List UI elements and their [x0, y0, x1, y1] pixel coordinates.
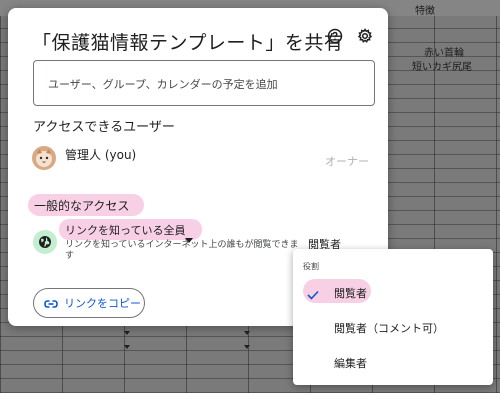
- sheet-dropdown-arrow[interactable]: [124, 331, 130, 335]
- general-access-heading: 一般的なアクセス: [34, 199, 130, 213]
- link-scope-dropdown[interactable]: リンクを知っている全員: [65, 222, 185, 238]
- add-people-input[interactable]: ユーザー、グループ、カレンダーの予定を追加: [33, 60, 375, 106]
- copy-link-label: リンクをコピー: [64, 297, 141, 310]
- sheet-cell: 短いカギ尻尾: [412, 62, 472, 73]
- link-access-description: リンクを知っているインターネット上の誰もが閲覧できます: [65, 240, 299, 261]
- owner-avatar: [32, 146, 56, 170]
- globe-icon: [33, 230, 57, 254]
- people-with-access-heading: アクセスできるユーザー: [33, 120, 175, 135]
- sheet-dropdown-arrow[interactable]: [244, 345, 250, 349]
- add-people-placeholder: ユーザー、グループ、カレンダーの予定を追加: [48, 78, 278, 91]
- dialog-title: 「保護猫情報テンプレート」を共有: [32, 32, 344, 54]
- owner-role: オーナー: [325, 155, 369, 168]
- copy-link-button[interactable]: リンクをコピー: [33, 288, 145, 318]
- role-option-viewer[interactable]: 閲覧者: [334, 285, 367, 301]
- link-icon: [44, 294, 58, 313]
- role-option-commenter[interactable]: 閲覧者（コメント可）: [334, 320, 444, 336]
- sheet-cell: 赤い首輪: [424, 48, 464, 59]
- check-icon: [307, 285, 319, 304]
- sheet-header-cell: 特徴: [415, 6, 435, 17]
- gear-icon[interactable]: [354, 25, 376, 47]
- help-circle-icon[interactable]: [324, 25, 346, 47]
- role-menu-header: 役割: [303, 262, 319, 271]
- sheet-dropdown-arrow[interactable]: [244, 331, 250, 335]
- sheet-dropdown-arrow[interactable]: [124, 345, 130, 349]
- role-menu: 役割 閲覧者 閲覧者（コメント可） 編集者: [293, 249, 493, 385]
- role-option-editor[interactable]: 編集者: [334, 355, 367, 371]
- owner-name: 管理人 (you): [65, 148, 137, 162]
